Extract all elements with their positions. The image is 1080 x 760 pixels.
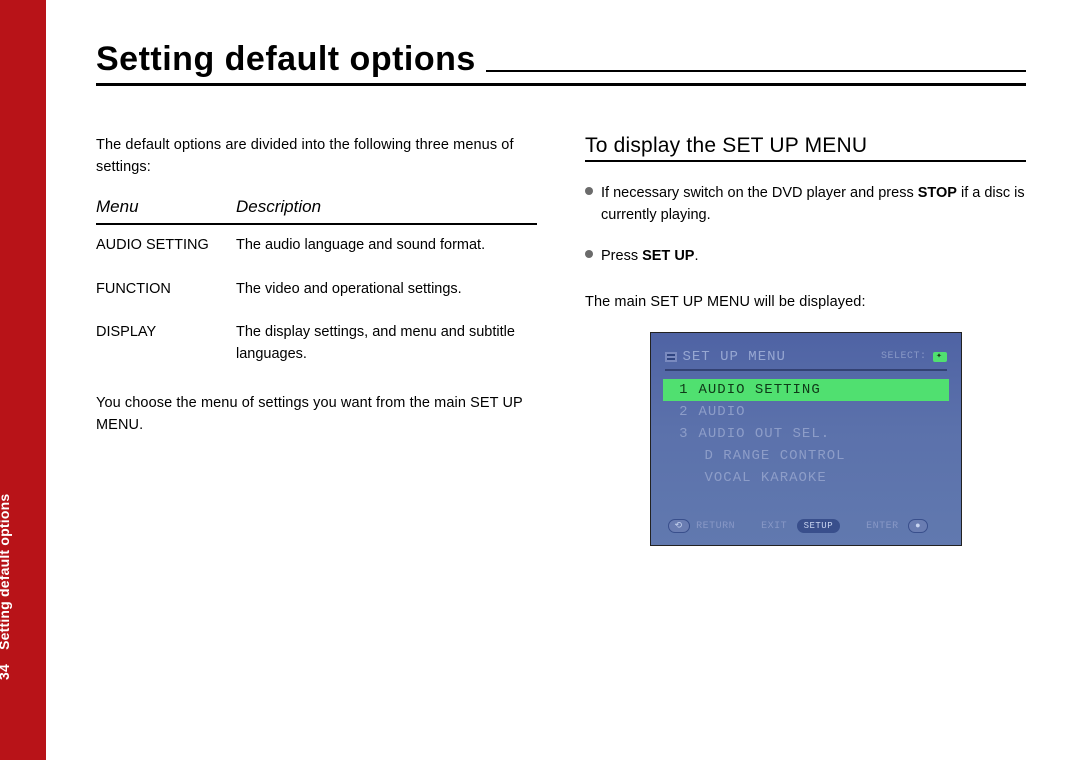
tv-footer-enter: ENTER ● bbox=[866, 519, 928, 533]
left-column: The default options are divided into the… bbox=[96, 134, 537, 546]
setup-pill: SETUP bbox=[797, 519, 841, 533]
tv-title-row: SET UP MENU SELECT: ✦ bbox=[665, 349, 947, 371]
step-1-text: If necessary switch on the DVD player an… bbox=[601, 182, 1026, 227]
tv-item: VOCAL KARAOKE bbox=[699, 467, 947, 489]
bullet-icon bbox=[585, 187, 593, 195]
page-number: 34 bbox=[0, 664, 12, 680]
step-2-text: Press SET UP. bbox=[601, 245, 699, 267]
tv-footer: ⟲ RETURN EXIT SETUP ENTER ● bbox=[665, 519, 947, 533]
bullet-icon bbox=[585, 250, 593, 258]
desc-cell: The video and operational settings. bbox=[236, 269, 537, 313]
section-name: Setting default options bbox=[0, 494, 12, 650]
col-header-menu: Menu bbox=[96, 197, 236, 224]
page-title: Setting default options bbox=[96, 40, 476, 79]
menu-cell: DISPLAY bbox=[96, 312, 236, 378]
tv-list: 1AUDIO SETTING 2AUDIO 3AUDIO OUT SEL. D … bbox=[665, 379, 947, 489]
tv-item: D RANGE CONTROL bbox=[699, 445, 947, 467]
title-row: Setting default options bbox=[96, 40, 1026, 86]
title-rule bbox=[486, 70, 1026, 72]
dpad-icon: ✦ bbox=[933, 352, 947, 362]
tv-footer-exit: EXIT SETUP bbox=[761, 519, 840, 533]
menu-cell: FUNCTION bbox=[96, 269, 236, 313]
tv-footer-return: ⟲ RETURN bbox=[665, 519, 736, 533]
outro-text: You choose the menu of settings you want… bbox=[96, 392, 537, 437]
intro-text: The default options are divided into the… bbox=[96, 134, 537, 179]
enter-icon: ● bbox=[908, 519, 928, 533]
tv-item-selected: 1AUDIO SETTING bbox=[663, 379, 949, 401]
menu-table: Menu Description AUDIO SETTING The audio… bbox=[96, 197, 537, 378]
tv-item: 2AUDIO bbox=[665, 401, 947, 423]
tv-item: 3AUDIO OUT SEL. bbox=[665, 423, 947, 445]
return-icon: ⟲ bbox=[668, 519, 690, 533]
right-column: To display the SET UP MENU If necessary … bbox=[585, 134, 1026, 546]
col-header-desc: Description bbox=[236, 197, 537, 224]
subheading: To display the SET UP MENU bbox=[585, 134, 1026, 158]
menu-cell: AUDIO SETTING bbox=[96, 224, 236, 269]
list-icon bbox=[665, 352, 677, 362]
tv-select-label: SELECT: bbox=[881, 351, 927, 362]
tv-screenshot: SET UP MENU SELECT: ✦ 1AUDIO SETTING 2AU… bbox=[650, 332, 962, 546]
step-2: Press SET UP. bbox=[585, 245, 1026, 267]
subheading-rule bbox=[585, 160, 1026, 162]
desc-cell: The audio language and sound format. bbox=[236, 224, 537, 269]
step-1: If necessary switch on the DVD player an… bbox=[585, 182, 1026, 227]
table-row: DISPLAY The display settings, and menu a… bbox=[96, 312, 537, 378]
desc-cell: The display settings, and menu and subti… bbox=[236, 312, 537, 378]
result-text: The main SET UP MENU will be displayed: bbox=[585, 291, 1026, 313]
table-row: FUNCTION The video and operational setti… bbox=[96, 269, 537, 313]
table-row: AUDIO SETTING The audio language and sou… bbox=[96, 224, 537, 269]
tv-title: SET UP MENU bbox=[683, 349, 875, 365]
side-label: 34 Setting default options bbox=[0, 494, 12, 680]
page-content: Setting default options The default opti… bbox=[96, 40, 1026, 546]
